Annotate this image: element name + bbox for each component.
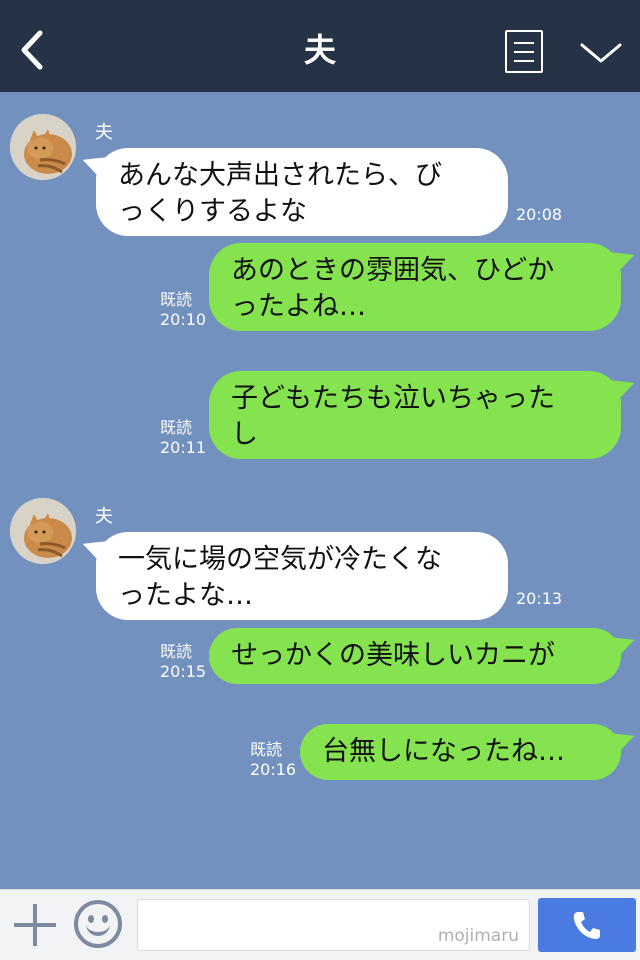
message-bubble-outgoing[interactable]: あのときの雰囲気、ひどか ったよね… (209, 243, 621, 331)
read-receipt: 既読 20:11 (160, 418, 206, 458)
read-label: 既読 (160, 290, 193, 309)
add-button[interactable] (14, 904, 56, 946)
cat-avatar-icon (10, 498, 76, 564)
read-label: 既読 (160, 642, 193, 661)
menu-button[interactable] (505, 30, 543, 73)
message-time: 20:10 (160, 310, 207, 329)
chat-title: 夫 (303, 31, 336, 69)
chevron-down-icon (580, 43, 622, 63)
message-input[interactable]: mojimaru (137, 899, 530, 951)
watermark: mojimaru (437, 926, 519, 946)
message-time: 20:16 (250, 760, 297, 779)
message-bubble-incoming[interactable]: あんな大声出されたら、び っくりするよな (96, 148, 508, 236)
sender-name: 夫 (95, 122, 113, 143)
read-label: 既読 (250, 740, 283, 759)
message-bubble-outgoing[interactable]: せっかくの美味しいカニが (209, 628, 621, 684)
cat-avatar-icon (10, 114, 76, 180)
document-menu-icon (514, 42, 534, 44)
avatar[interactable] (10, 114, 76, 180)
input-bar: mojimaru (0, 889, 640, 960)
message-time: 20:13 (516, 589, 563, 608)
sender-name: 夫 (95, 506, 113, 527)
read-receipt: 既読 20:10 (160, 290, 206, 330)
message-bubble-outgoing[interactable]: 子どもたちも泣いちゃった し (209, 371, 621, 459)
emoji-button[interactable] (74, 900, 122, 948)
read-receipt: 既読 20:15 (160, 642, 206, 682)
call-button[interactable] (538, 898, 636, 952)
message-bubble-incoming[interactable]: 一気に場の空気が冷たくな ったよな… (96, 532, 508, 620)
collapse-button[interactable] (578, 36, 624, 70)
message-time: 20:08 (516, 205, 563, 224)
read-receipt: 既読 20:16 (250, 740, 296, 780)
chat-header: 夫 (0, 0, 640, 92)
read-label: 既読 (160, 418, 193, 437)
avatar[interactable] (10, 498, 76, 564)
message-time: 20:15 (160, 662, 207, 681)
message-bubble-outgoing[interactable]: 台無しになったね… (300, 724, 621, 780)
message-time: 20:11 (160, 438, 207, 457)
phone-icon (573, 912, 600, 939)
